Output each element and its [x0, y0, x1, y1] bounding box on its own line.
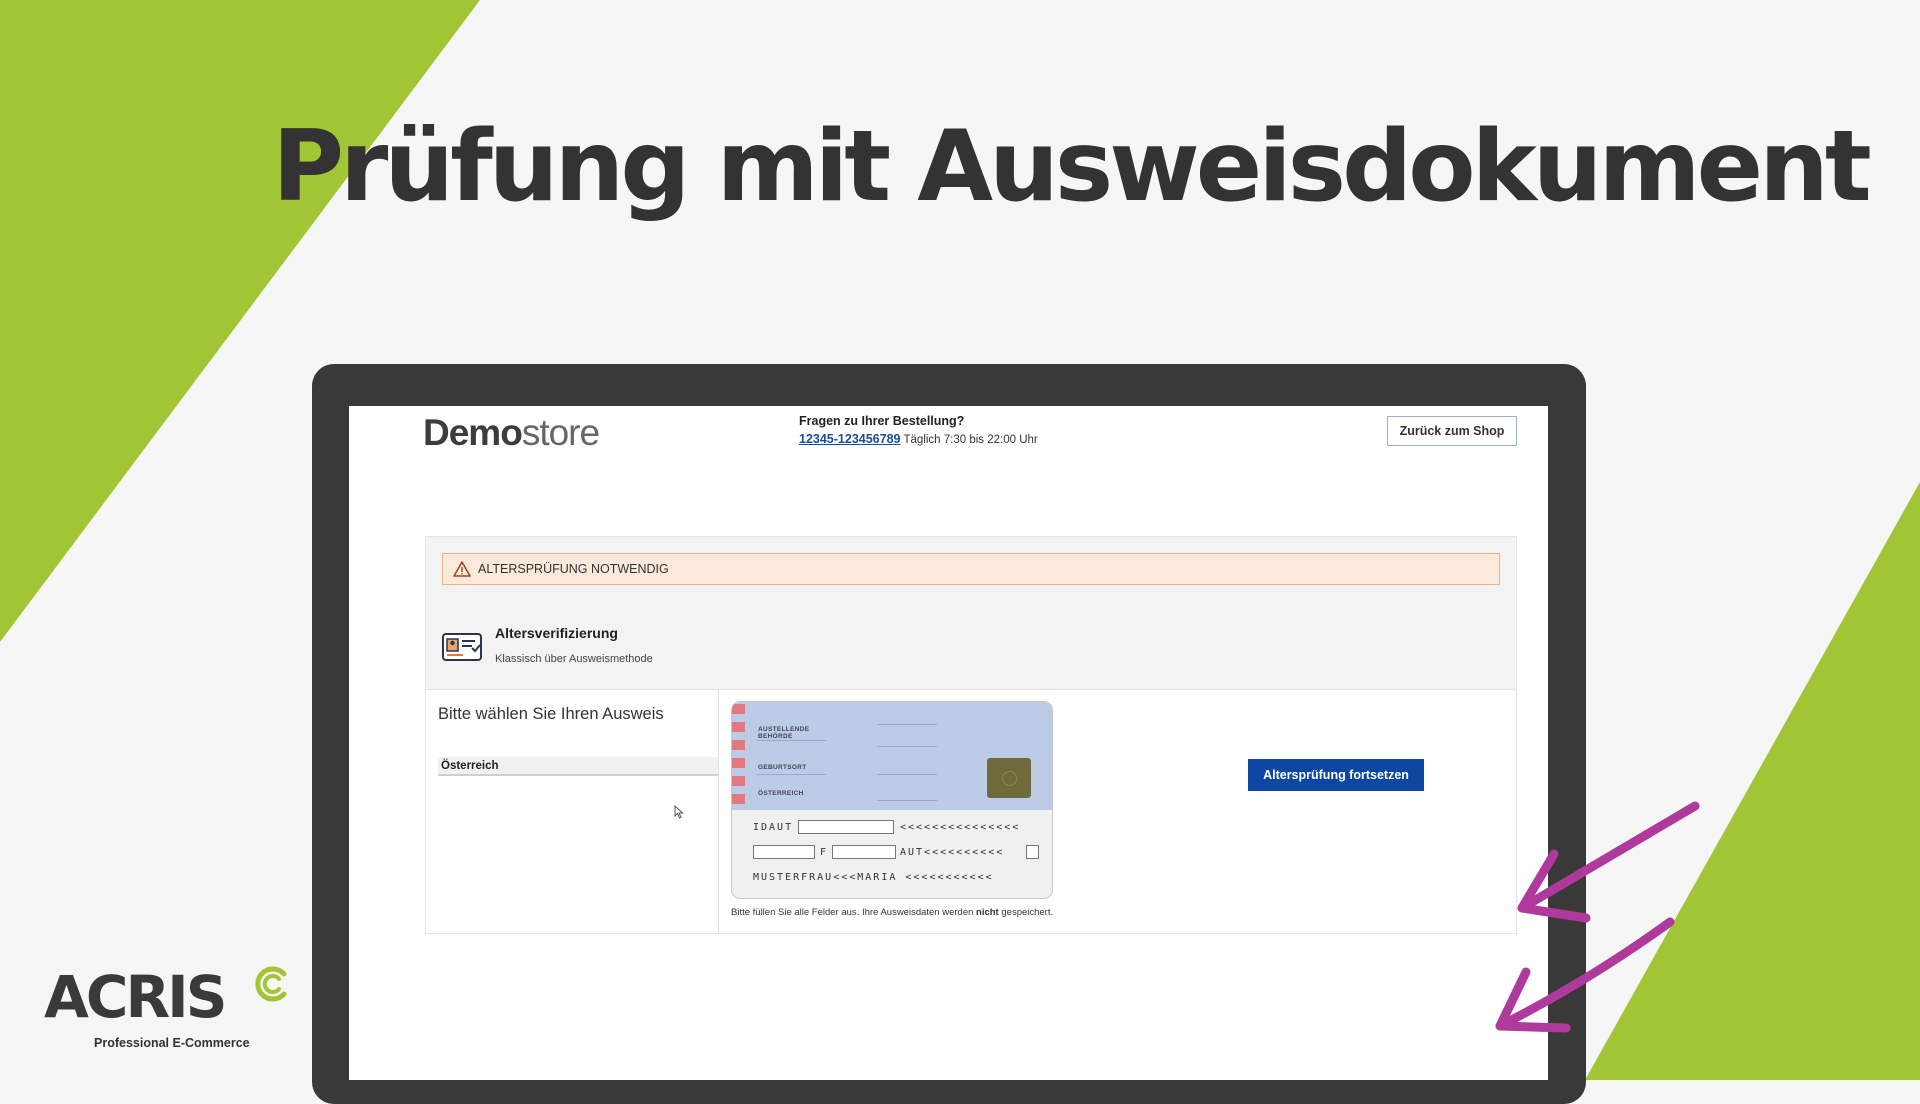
mrz-sex: F	[820, 847, 829, 858]
id-card-icon	[442, 633, 482, 661]
verification-title: Altersverifizierung	[495, 625, 618, 641]
choose-id-prompt: Bitte wählen Sie Ihren Ausweis	[438, 705, 664, 723]
age-check-alert: ALTERSPRÜFUNG NOTWENDIG	[442, 553, 1500, 585]
back-to-shop-button[interactable]: Zurück zum Shop	[1387, 416, 1517, 446]
contact-hours: Täglich 7:30 bis 22:00 Uhr	[903, 434, 1038, 446]
id-card-chip	[987, 758, 1031, 798]
verification-panel: ALTERSPRÜFUNG NOTWENDIG Altersverifizier…	[425, 536, 1517, 934]
notice-section: ALTERSPRÜFUNG NOTWENDIG	[426, 537, 1516, 604]
contact-phone-link[interactable]: 12345-123456789	[799, 432, 901, 446]
expiry-date-input[interactable]	[832, 845, 896, 859]
warning-icon	[453, 561, 471, 577]
laptop-screen: Demostore Fragen zu Ihrer Bestellung? 12…	[349, 406, 1548, 1080]
country-option-austria[interactable]: Österreich	[438, 757, 718, 776]
contact-info: Fragen zu Ihrer Bestellung? 12345-123456…	[799, 414, 1038, 446]
verification-subtitle: Klassisch über Ausweismethode	[495, 653, 653, 665]
mrz-line1-prefix: IDAUT	[753, 822, 794, 833]
alert-text: ALTERSPRÜFUNG NOTWENDIG	[478, 562, 669, 576]
acris-logo: ACRIS Professional E-Commerce	[44, 963, 287, 1050]
id-card-form: AUSTELLENDE BEHÖRDE GEBURTSORT ÖSTERREIC…	[731, 701, 1053, 899]
store-logo[interactable]: Demostore	[423, 412, 600, 454]
check-digit-input[interactable]	[1026, 845, 1039, 859]
mrz-nation: AUT<<<<<<<<<<	[900, 847, 1005, 858]
mrz-line1-filler: <<<<<<<<<<<<<<<	[900, 822, 1021, 833]
verification-method: Altersverifizierung Klassisch über Auswe…	[426, 603, 1516, 690]
birth-date-input[interactable]	[753, 845, 815, 859]
id-label-birthplace: GEBURTSORT	[758, 764, 807, 771]
id-label-country: ÖSTERREICH	[758, 790, 804, 797]
pointer-arrows	[1495, 801, 1700, 1033]
page-headline: Prüfung mit Ausweisdokument	[272, 110, 1872, 224]
document-selection: Bitte wählen Sie Ihren Ausweis Österreic…	[426, 689, 719, 933]
brand-tagline: Professional E-Commerce	[94, 1036, 250, 1050]
acris-c-mark-icon	[255, 966, 287, 1002]
id-card-front: AUSTELLENDE BEHÖRDE GEBURTSORT ÖSTERREIC…	[732, 702, 1052, 810]
mouse-cursor-icon	[674, 805, 684, 819]
brand-name: ACRIS	[44, 963, 227, 1031]
mrz-line3: MUSTERFRAU<<<MARIA <<<<<<<<<<<	[753, 872, 994, 883]
contact-question: Fragen zu Ihrer Bestellung?	[799, 414, 965, 428]
id-label-authority: AUSTELLENDE BEHÖRDE	[758, 726, 810, 740]
privacy-note: Bitte füllen Sie alle Felder aus. Ihre A…	[731, 907, 1054, 918]
document-number-input[interactable]	[798, 820, 894, 834]
continue-age-check-button[interactable]: Altersprüfung fortsetzen	[1248, 759, 1424, 791]
